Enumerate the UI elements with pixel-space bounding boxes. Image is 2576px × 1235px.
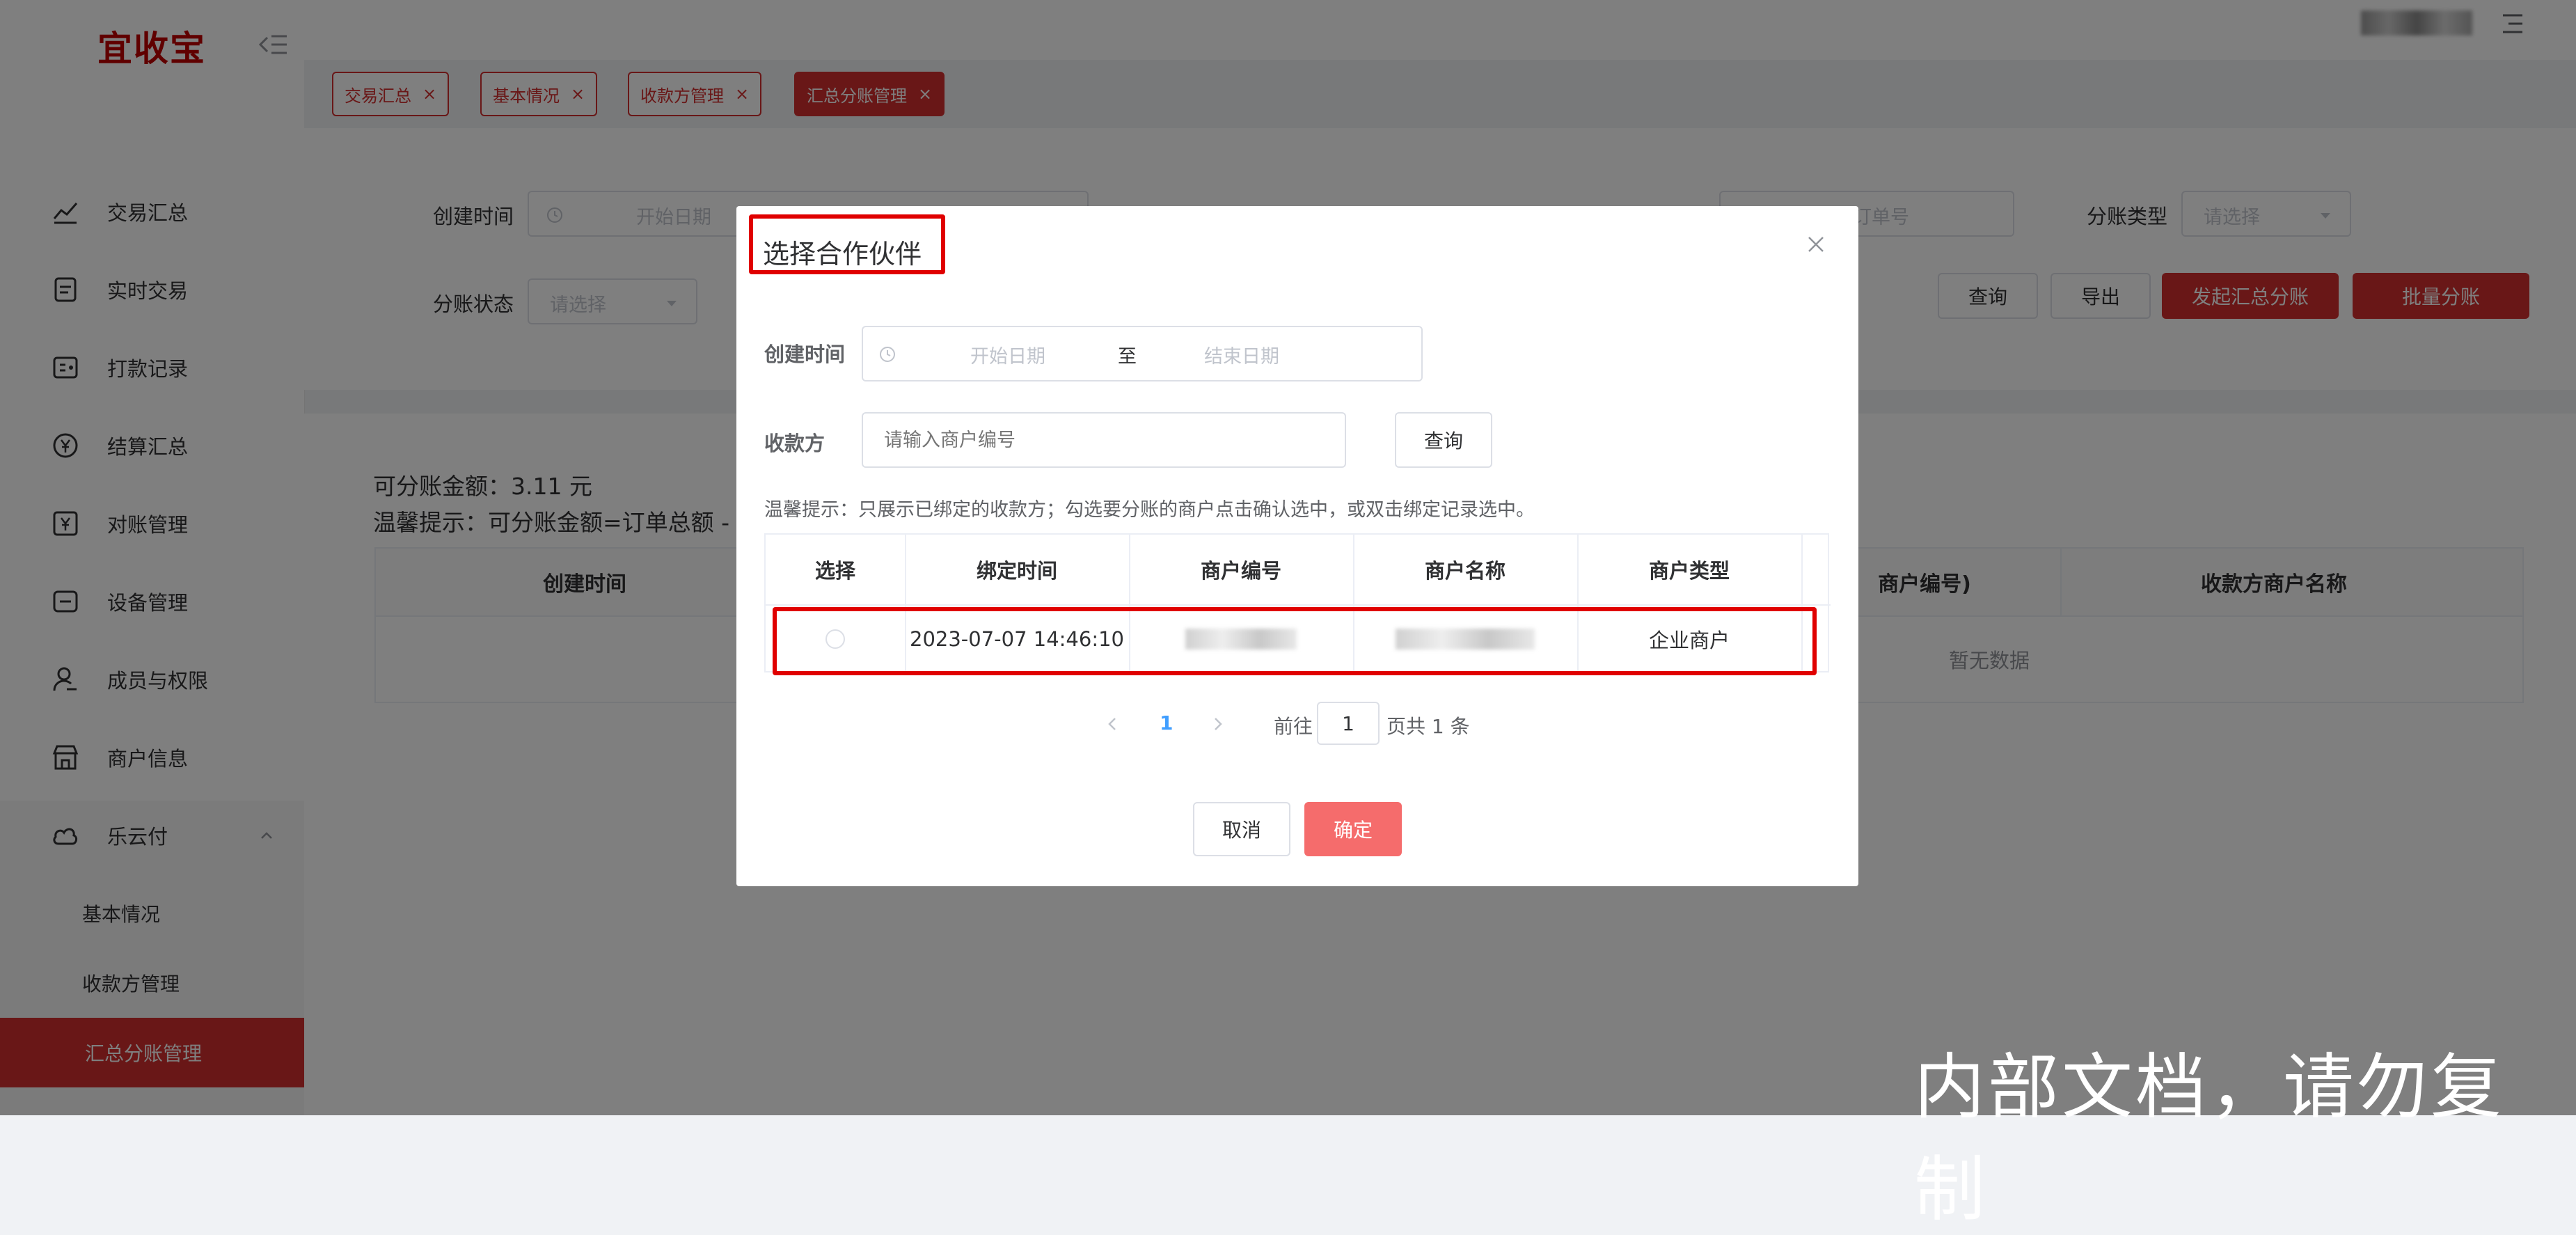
dialog-title: 选择合作伙伴	[763, 239, 922, 269]
select-partner-dialog: 选择合作伙伴 创建时间 开始日期 至 结束日期 收款方 查询 温馨提示：只展示已…	[736, 206, 1858, 886]
dialog-tip-text: 温馨提示：只展示已绑定的收款方；勾选要分账的商户点击确认选中，或双击绑定记录选中…	[764, 499, 1535, 521]
dialog-payee-input[interactable]	[862, 412, 1346, 468]
row-highlight-box	[773, 607, 1817, 675]
cancel-button[interactable]: 取消	[1193, 802, 1290, 856]
dialog-create-time-label: 创建时间	[764, 343, 846, 366]
confirm-button[interactable]: 确定	[1304, 802, 1402, 856]
goto-page-input[interactable]: 1	[1317, 702, 1380, 745]
range-separator: 至	[1118, 346, 1137, 368]
prev-page-icon[interactable]	[1107, 716, 1118, 732]
page-number[interactable]: 1	[1160, 711, 1173, 734]
col-select: 选择	[814, 559, 855, 583]
col-merchant-no: 商户编号	[1200, 559, 1281, 583]
dialog-query-button[interactable]: 查询	[1395, 412, 1492, 468]
col-merchant-type: 商户类型	[1648, 559, 1730, 583]
page-total-text: 页共 1 条	[1386, 715, 1470, 738]
close-icon[interactable]	[1805, 234, 1826, 255]
col-bind-time: 绑定时间	[976, 559, 1057, 583]
watermark-text: 内部文档，请勿复制	[1914, 1046, 2504, 1232]
next-page-icon[interactable]	[1212, 716, 1224, 732]
dialog-end-date[interactable]: 结束日期	[1204, 341, 1279, 368]
goto-label: 前往	[1274, 715, 1313, 738]
dialog-date-range[interactable]: 开始日期 至 结束日期	[862, 326, 1423, 381]
dialog-start-date[interactable]: 开始日期	[970, 341, 1045, 368]
clock-icon	[880, 347, 895, 362]
col-merchant-name: 商户名称	[1424, 559, 1506, 583]
dialog-payee-label: 收款方	[764, 432, 825, 455]
